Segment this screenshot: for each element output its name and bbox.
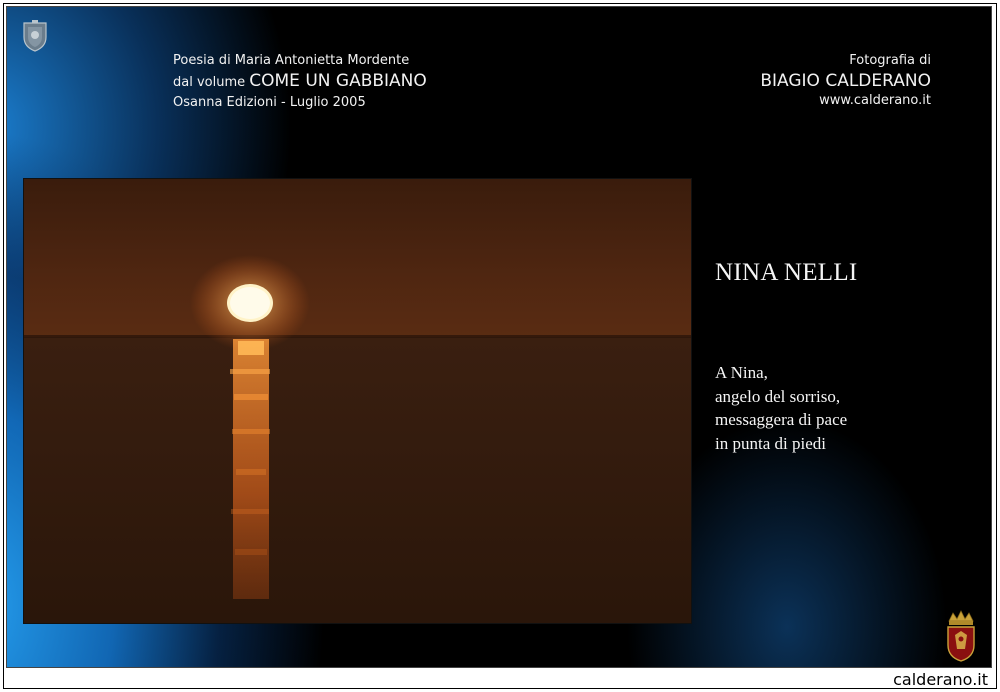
photo-credit: Fotografia di BIAGIO CALDERANO www.calde… [760, 51, 931, 111]
poem-text: A Nina, angelo del sorriso, messaggera d… [715, 361, 847, 455]
crest-emblem-icon [23, 20, 47, 52]
poster-canvas: Poesia di Maria Antonietta Mordente dal … [6, 6, 992, 668]
crowned-coat-of-arms-icon [947, 610, 975, 662]
poem-title: NINA NELLI [715, 259, 858, 286]
publication-info: Poesia di Maria Antonietta Mordente dal … [173, 51, 427, 113]
poem-line: angelo del sorriso, [715, 386, 841, 406]
poem-line: in punta di piedi [715, 433, 826, 453]
photo-credit-label: Fotografia di [849, 53, 931, 68]
footer-site-label[interactable]: calderano.it [893, 671, 988, 689]
volume-line: dal volume COME UN GABBIANO [173, 71, 427, 93]
sunset-photo [24, 179, 691, 623]
sun-reflection [230, 339, 270, 599]
poem-line: messaggera di pace [715, 410, 848, 429]
publisher-line: Osanna Edizioni - Luglio 2005 [173, 95, 366, 110]
photographer-name: BIAGIO CALDERANO [760, 71, 931, 91]
volume-title: COME UN GABBIANO [249, 71, 427, 91]
website-link[interactable]: www.calderano.it [760, 91, 931, 111]
poem-line: A Nina, [715, 363, 768, 382]
volume-prefix: dal volume [173, 75, 250, 90]
poet-credit: Poesia di Maria Antonietta Mordente [173, 53, 410, 68]
